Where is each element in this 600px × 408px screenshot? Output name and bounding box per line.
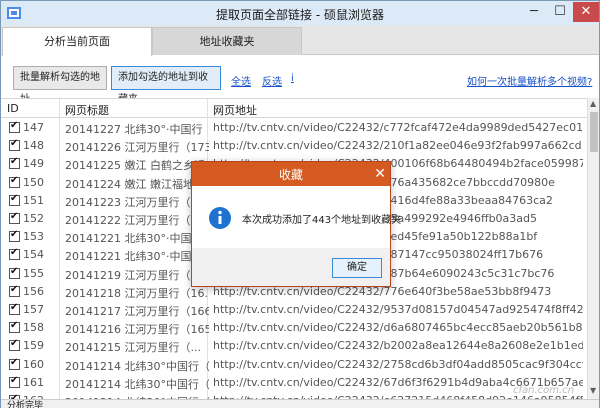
- row-checkbox[interactable]: [9, 175, 20, 188]
- row-checkbox[interactable]: [9, 357, 20, 370]
- scroll-up-icon[interactable]: ▲: [590, 99, 596, 108]
- row-title: 20141225 嫩江 白鹤之乡话白...: [65, 159, 209, 173]
- row-url: http://tv.cntv.cn/video/C22432/2758cd6b3…: [213, 357, 583, 371]
- row-id: 161: [23, 375, 44, 389]
- row-url: http://tv.cntv.cn/video/C22432/9537d0815…: [213, 303, 583, 316]
- row-checkbox[interactable]: [9, 302, 20, 315]
- row-title: 20141215 江河万里行（...: [65, 341, 201, 355]
- watermark: cfan.com.cn: [513, 385, 575, 396]
- row-id: 158: [23, 321, 44, 335]
- row-id: 152: [23, 212, 44, 225]
- window-title: 提取页面全部链接 - 硕鼠浏览器: [216, 8, 384, 22]
- row-checkbox[interactable]: [9, 229, 20, 243]
- column-header-title[interactable]: 网页标题: [65, 102, 109, 118]
- table-row[interactable]: 16120141214 北纬30°中国行（...http://tv.cntv.c…: [1, 374, 587, 392]
- minimize-button[interactable]: ─: [521, 2, 547, 22]
- row-url: http://tv.cntv.cn/video/C22432/c772fcaf4…: [213, 121, 583, 134]
- table-row[interactable]: 147 20141227 北纬30°·中国行（... http://tv.cntv.…: [1, 119, 587, 137]
- row-id: 157: [23, 303, 44, 316]
- tab-favorites[interactable]: 地址收藏夹: [152, 27, 302, 55]
- dialog-message: 本次成功添加了443个地址到收藏夹: [242, 215, 402, 226]
- maximize-button[interactable]: ☐: [547, 2, 573, 22]
- invert-selection-link[interactable]: 反选: [262, 73, 282, 88]
- title-bar: 提取页面全部链接 - 硕鼠浏览器 ─ ☐ ✕: [1, 1, 599, 25]
- row-title: 20141214 北纬30°中国行（...: [65, 359, 209, 373]
- favorites-dialog: 收藏 ✕ 本次成功添加了443个地址到收藏夹 确定: [191, 161, 401, 287]
- tab-analyze-page[interactable]: 分析当前页面: [2, 27, 152, 56]
- row-title: 20141221 北纬30°·中国行（...: [65, 250, 209, 264]
- table-row[interactable]: 157 20141217 江河万里行（166... http://tv.cntv.c…: [1, 301, 587, 319]
- row-title: 20141214 北纬30°中国行（...: [65, 377, 209, 391]
- batch-parse-button[interactable]: 批量解析勾选的地址: [13, 66, 107, 105]
- table-row[interactable]: 159 20141215 江河万里行（... http://tv.cntv.cn/v…: [1, 337, 587, 355]
- row-checkbox[interactable]: [9, 120, 20, 133]
- row-title: 20141217 江河万里行（166...: [65, 305, 209, 318]
- info-icon: [209, 207, 231, 229]
- dialog-title-bar: 收藏 ✕: [192, 162, 390, 186]
- help-link[interactable]: 如何一次批量解析多个视频?: [467, 73, 592, 88]
- row-title: 20141216 江河万里行（165...: [65, 323, 209, 337]
- row-checkbox[interactable]: [9, 193, 20, 206]
- table-header: ID 网页标题 网页地址: [1, 99, 587, 118]
- row-title: 20141223 江河万里行（...: [65, 195, 201, 209]
- row-title: 20141219 江河万里行（16...: [65, 268, 209, 282]
- row-id: 159: [23, 339, 44, 353]
- row-checkbox[interactable]: [9, 156, 20, 170]
- dialog-title: 收藏: [278, 168, 303, 182]
- vertical-scrollbar[interactable]: ▲ ▼: [587, 98, 599, 399]
- extra-link[interactable]: i: [291, 73, 294, 84]
- row-title: 20141221 北纬30°·中国行（...: [65, 232, 209, 246]
- dialog-close-button[interactable]: ✕: [374, 165, 386, 183]
- dialog-footer: 确定: [192, 248, 390, 286]
- row-checkbox[interactable]: [9, 211, 20, 224]
- status-text: 分析完毕: [7, 401, 44, 408]
- table-row[interactable]: 16220141214 北纬30°中国行（...http://tv.cntv.c…: [1, 392, 587, 399]
- add-to-favorites-button[interactable]: 添加勾选的地址到收藏夹: [111, 66, 221, 105]
- status-bar: 分析完毕: [1, 399, 599, 408]
- row-id: 155: [23, 266, 44, 280]
- row-title: 20141227 北纬30°·中国行（...: [65, 123, 209, 136]
- row-id: 150: [23, 175, 44, 189]
- row-id: 153: [23, 230, 44, 244]
- toolbar: 批量解析勾选的地址 添加勾选的地址到收藏夹 全选 反选 i 如何一次批量解析多个…: [1, 56, 599, 105]
- row-checkbox[interactable]: [9, 266, 20, 279]
- tab-strip: 分析当前页面 地址收藏夹: [1, 25, 599, 56]
- scrollbar-thumb[interactable]: [590, 112, 598, 152]
- row-id: 156: [23, 284, 44, 298]
- row-id: 149: [23, 157, 44, 171]
- table-row[interactable]: 160 20141214 北纬30°中国行（... http://tv.cntv.c…: [1, 356, 587, 374]
- row-id: 160: [23, 357, 44, 371]
- ok-button[interactable]: 确定: [332, 258, 382, 278]
- dialog-body: 本次成功添加了443个地址到收藏夹: [192, 186, 401, 248]
- close-button[interactable]: ✕: [573, 2, 599, 22]
- table-row[interactable]: 148 20141226 江河万里行（173... http://tv.cntv.c…: [1, 137, 587, 155]
- row-checkbox[interactable]: [9, 247, 20, 261]
- row-title: 20141218 江河万里行（16...: [65, 286, 209, 300]
- row-checkbox[interactable]: [9, 284, 20, 297]
- scroll-down-icon[interactable]: ▼: [590, 386, 596, 395]
- row-checkbox[interactable]: [9, 138, 20, 152]
- column-header-url[interactable]: 网页地址: [213, 102, 257, 118]
- row-checkbox[interactable]: [9, 375, 20, 388]
- row-title: 20141224 嫩江 嫩江福地...: [65, 177, 205, 191]
- row-title: 20141222 江河万里行（...: [65, 214, 201, 227]
- row-url: http://tv.cntv.cn/video/C22432/d6a680746…: [213, 321, 583, 335]
- row-url: http://tv.cntv.cn/video/C22432/b2002a8ea…: [213, 339, 583, 353]
- row-id: 154: [23, 248, 44, 262]
- row-id: 148: [23, 139, 44, 153]
- row-checkbox[interactable]: [9, 320, 20, 334]
- row-id: 147: [23, 121, 44, 134]
- row-checkbox[interactable]: [9, 338, 20, 352]
- row-title: 20141226 江河万里行（173...: [65, 141, 209, 155]
- row-id: 151: [23, 193, 44, 207]
- column-header-id[interactable]: ID: [7, 102, 19, 115]
- table-row[interactable]: 158 20141216 江河万里行（165... http://tv.cntv.c…: [1, 319, 587, 337]
- select-all-link[interactable]: 全选: [231, 73, 251, 88]
- app-window: 提取页面全部链接 - 硕鼠浏览器 ─ ☐ ✕ 分析当前页面 地址收藏夹 批量解析…: [0, 0, 600, 408]
- row-url: http://tv.cntv.cn/video/C22432/210f1a82e…: [213, 139, 582, 153]
